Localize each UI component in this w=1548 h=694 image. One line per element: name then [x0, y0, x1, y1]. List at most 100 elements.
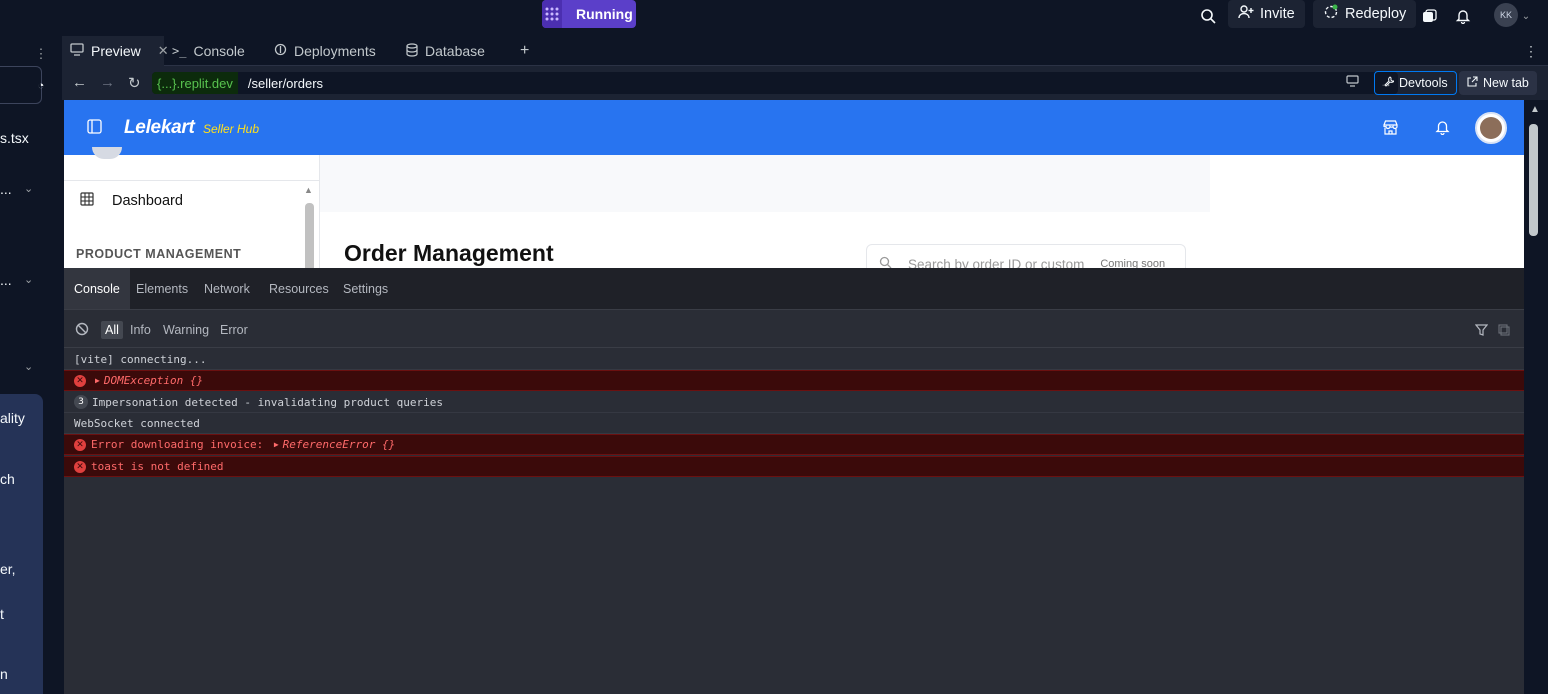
chevron-down-icon[interactable]: ⌄ — [1520, 4, 1532, 28]
sidebar-toggle-icon[interactable] — [87, 119, 102, 139]
more-vertical-icon[interactable]: ⋮ — [1516, 36, 1538, 66]
devtools-tab-console[interactable]: Console — [64, 268, 130, 309]
text-fragment: n — [0, 666, 8, 682]
text-fragment: ality — [0, 410, 25, 426]
console-error-line[interactable]: ✕ ▶ DOMException {} — [64, 370, 1524, 391]
dashboard-gauge-icon[interactable]: ◔ — [34, 74, 48, 98]
plus-icon: + — [520, 42, 530, 59]
run-button[interactable]: Running — [542, 0, 636, 28]
devtools-label: Devtools — [1399, 76, 1448, 90]
tab-preview[interactable]: Preview ✕ — [62, 36, 169, 66]
scroll-up-icon[interactable]: ▲ — [1530, 104, 1540, 115]
invite-button[interactable]: Invite — [1228, 0, 1305, 28]
redeploy-button[interactable]: Redeploy — [1313, 0, 1417, 28]
app-preview: Lelekart Seller Hub Dashboard PRODUCT MA… — [64, 100, 1524, 268]
url-host: {...}.replit.dev — [152, 72, 238, 94]
text-fragment: er, — [0, 561, 16, 577]
tab-database[interactable]: Database — [398, 36, 508, 66]
deploy-icon — [274, 43, 287, 59]
sidebar-scrollbar[interactable]: ▲ — [304, 185, 316, 268]
error-icon: ✕ — [74, 374, 86, 387]
log-text: Impersonation detected - invalidating pr… — [92, 395, 443, 409]
scroll-thumb[interactable] — [1529, 124, 1538, 236]
bell-icon[interactable] — [1453, 4, 1473, 28]
file-fragment[interactable]: s.tsx — [0, 130, 29, 146]
user-avatar[interactable]: KK — [1494, 3, 1518, 27]
devtools-tab-network[interactable]: Network — [194, 268, 260, 309]
devtools-tab-resources[interactable]: Resources — [259, 268, 339, 309]
devtools-button[interactable]: Devtools — [1374, 71, 1457, 95]
chevron-down-icon[interactable]: ⌄ — [24, 360, 33, 373]
log-text: WebSocket connected — [74, 416, 200, 430]
sidebar-item-dashboard[interactable]: Dashboard — [80, 192, 183, 210]
filter-warning[interactable]: Warning — [159, 321, 213, 339]
filter-all[interactable]: All — [101, 321, 123, 339]
chevron-down-icon[interactable]: ⌄ — [24, 182, 33, 195]
scroll-thumb[interactable] — [305, 203, 314, 268]
reload-icon[interactable]: ↻ — [128, 74, 141, 92]
device-icon[interactable] — [1346, 75, 1359, 90]
devtools-tab-settings[interactable]: Settings — [333, 268, 398, 309]
windows-icon[interactable] — [1419, 4, 1439, 28]
brand-logo[interactable]: Lelekart — [124, 117, 195, 139]
back-arrow-icon[interactable]: ← — [72, 74, 87, 91]
bell-icon[interactable] — [1435, 119, 1450, 140]
expand-triangle-icon[interactable]: ▶ — [274, 440, 279, 449]
tab-deployments[interactable]: Deployments — [266, 36, 398, 66]
chat-message-card — [0, 394, 43, 694]
console-error-line[interactable]: ✕ toast is not defined — [64, 456, 1524, 477]
sidebar-item-label: Dashboard — [112, 193, 183, 209]
text-fragment: t — [0, 606, 4, 622]
seller-sidebar: Dashboard PRODUCT MANAGEMENT ▲ — [64, 147, 320, 268]
top-bar: Running Invite Redeploy KK ⌄ — [0, 0, 1548, 36]
search-icon — [879, 256, 892, 268]
console-log-line[interactable]: 3 Impersonation detected - invalidating … — [64, 392, 1524, 413]
copy-icon[interactable] — [1498, 323, 1510, 341]
new-tab-button[interactable]: New tab — [1459, 71, 1537, 95]
coming-soon-badge: Coming soon — [1100, 258, 1166, 268]
user-plus-icon — [1238, 4, 1254, 24]
monitor-icon — [70, 43, 84, 59]
error-icon: ✕ — [74, 460, 86, 473]
log-text: DOMException {} — [103, 374, 204, 387]
grid-icon — [80, 192, 94, 210]
clear-console-icon[interactable] — [75, 322, 89, 341]
preview-scrollbar[interactable]: ▲ — [1524, 100, 1548, 694]
add-tab-button[interactable]: + — [512, 36, 538, 66]
expand-triangle-icon[interactable]: ▶ — [95, 376, 100, 385]
page-title: Order Management — [344, 240, 554, 266]
wrench-icon — [1383, 76, 1395, 90]
content-banner — [320, 155, 1210, 212]
text-fragment: ch — [0, 471, 15, 487]
file-fragment[interactable]: ... — [0, 272, 12, 288]
more-vertical-icon[interactable]: ⋮ — [35, 42, 48, 66]
search-icon[interactable] — [1198, 4, 1218, 28]
store-icon[interactable] — [1382, 119, 1399, 141]
app-header: Lelekart Seller Hub — [64, 100, 1524, 155]
url-path: /seller/orders — [247, 75, 324, 91]
console-error-line[interactable]: ✕ Error downloading invoice: ▶ Reference… — [64, 434, 1524, 455]
console-log-line[interactable]: [vite] connecting... — [64, 349, 1524, 370]
left-file-panel: ◔ ⋮ s.tsx ... ⌄ ... ⌄ ⌄ ality ch er, t n — [0, 36, 58, 694]
tab-label: Console — [193, 43, 245, 59]
devtools-panel: Console Elements Network Resources Setti… — [64, 268, 1524, 694]
repeat-count-badge: 3 — [74, 395, 88, 409]
devtools-tab-elements[interactable]: Elements — [126, 268, 198, 309]
filter-funnel-icon[interactable] — [1474, 323, 1489, 341]
seller-avatar[interactable] — [1475, 112, 1507, 144]
chevron-down-icon[interactable]: ⌄ — [24, 273, 33, 286]
avatar-image — [1480, 117, 1502, 139]
scroll-up-icon[interactable]: ▲ — [304, 185, 313, 195]
redeploy-label: Redeploy — [1345, 6, 1407, 22]
run-label: Running — [576, 6, 633, 22]
profile-avatar-edge — [92, 147, 122, 159]
file-fragment[interactable]: ... — [0, 181, 12, 197]
filter-error[interactable]: Error — [216, 321, 252, 339]
url-input[interactable]: {...}.replit.dev /seller/orders → — [152, 72, 1398, 94]
database-icon — [406, 42, 418, 60]
tab-console[interactable]: >_ Console — [164, 36, 266, 66]
order-search-input[interactable]: Search by order ID or custom Coming soon — [866, 244, 1186, 268]
forward-arrow-icon[interactable]: → — [100, 74, 115, 91]
console-log-line[interactable]: WebSocket connected — [64, 413, 1524, 434]
filter-info[interactable]: Info — [126, 321, 155, 339]
